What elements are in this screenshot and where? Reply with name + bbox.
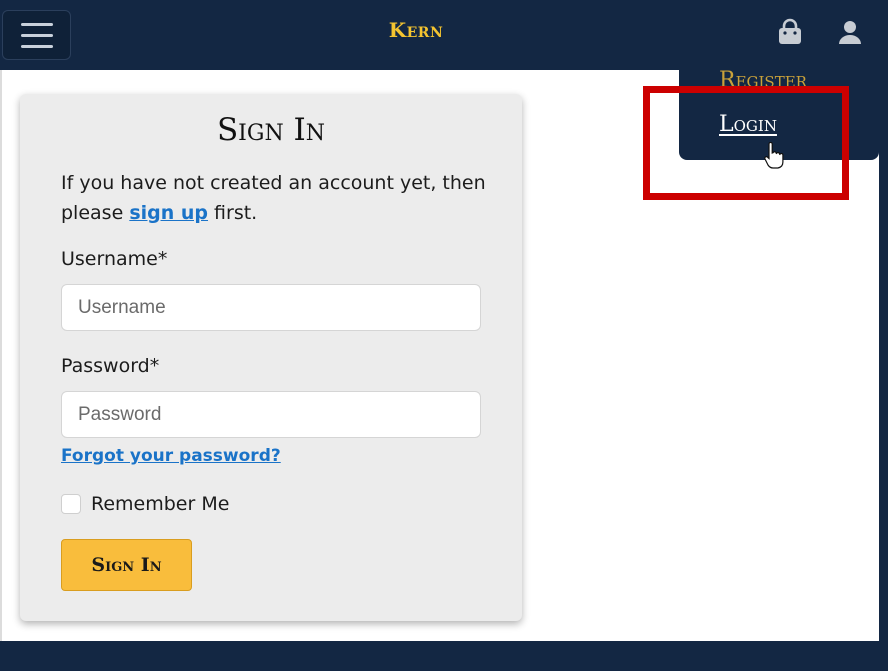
remember-me-label[interactable]: Remember Me xyxy=(91,493,229,515)
sign-up-link[interactable]: sign up xyxy=(129,202,208,224)
intro-text-before: If you have not created an account yet, … xyxy=(61,172,486,224)
scroll-edge xyxy=(879,70,888,641)
footer xyxy=(0,641,888,671)
page-title: Sign In xyxy=(216,112,326,148)
pointer-cursor-icon xyxy=(764,142,784,169)
brand-logo[interactable]: Kern xyxy=(336,18,496,42)
intro-text: If you have not created an account yet, … xyxy=(61,168,491,228)
navbar: Kern xyxy=(0,0,888,70)
remember-me-checkbox[interactable] xyxy=(61,494,81,514)
forgot-password-link[interactable]: Forgot your password? xyxy=(61,446,281,466)
highlight-box xyxy=(643,86,849,200)
password-input[interactable] xyxy=(61,391,481,438)
sign-in-button[interactable]: Sign In xyxy=(61,539,192,591)
menu-toggle-button[interactable] xyxy=(2,10,71,60)
signin-card: Sign In If you have not created an accou… xyxy=(20,94,522,621)
menu-icon-bar xyxy=(21,45,53,48)
left-edge xyxy=(0,70,2,641)
menu-icon-bar xyxy=(21,34,53,37)
password-label: Password* xyxy=(61,355,160,377)
username-label: Username* xyxy=(61,248,168,270)
user-icon[interactable] xyxy=(836,18,864,48)
menu-icon xyxy=(21,23,53,26)
shopping-bag-icon[interactable] xyxy=(776,18,804,48)
username-input[interactable] xyxy=(61,284,481,331)
intro-text-after: first. xyxy=(208,202,258,224)
